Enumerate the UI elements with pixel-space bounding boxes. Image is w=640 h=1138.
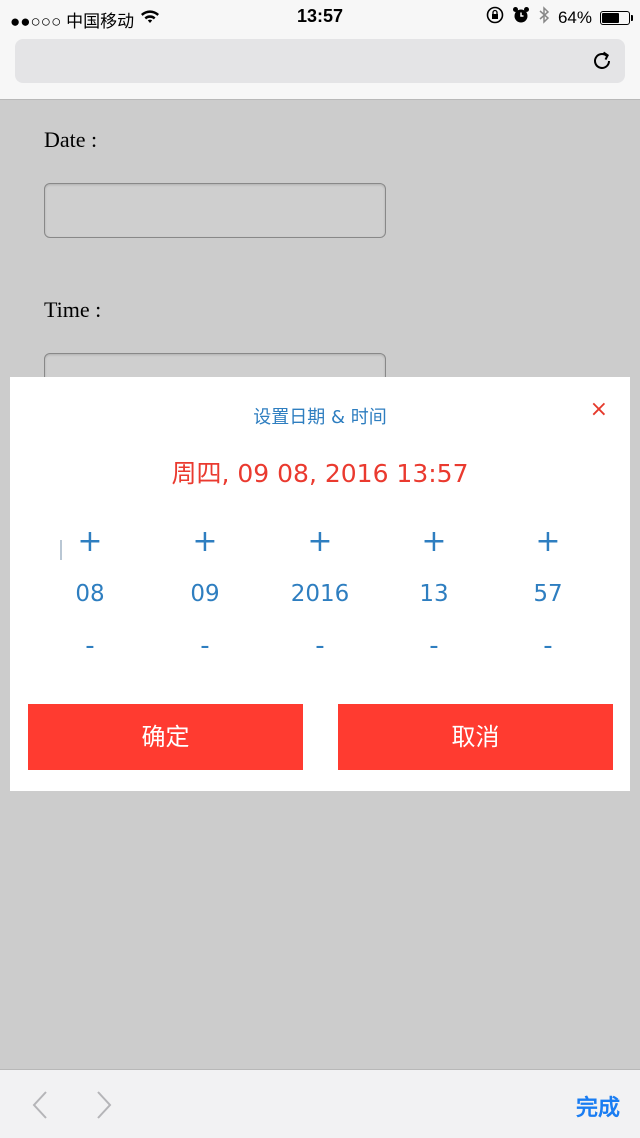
chevron-left-icon[interactable] [30, 1090, 50, 1120]
battery-percent: 64% [557, 7, 592, 27]
decrement-button[interactable]: - [155, 631, 255, 661]
increment-button[interactable]: + [155, 522, 255, 562]
picker-current-datetime: 周四, 09 08, 2016 13:57 [171, 459, 469, 488]
picker-value[interactable]: 09 [155, 579, 255, 609]
battery-icon [600, 10, 633, 25]
picker-value[interactable]: 08 [40, 579, 140, 609]
picker-column-year: + 2016 - [270, 522, 370, 661]
picker-column-hour: + 13 - [384, 522, 484, 661]
picker-column-minute: + 57 - [498, 522, 598, 661]
increment-button[interactable]: + [384, 522, 484, 562]
close-icon[interactable]: × [590, 397, 608, 422]
datetime-picker-dialog: 设置日期 & 时间 × 周四, 09 08, 2016 13:57 + 08 -… [10, 377, 630, 791]
done-button[interactable]: 完成 [576, 1090, 620, 1122]
decrement-button[interactable]: - [270, 631, 370, 661]
picker-value[interactable]: 13 [384, 579, 484, 609]
url-field[interactable] [15, 39, 625, 83]
decrement-button[interactable]: - [384, 631, 484, 661]
increment-button[interactable]: + [270, 522, 370, 562]
picker-column-day: + 09 - [155, 522, 255, 661]
confirm-button[interactable]: 确定 [28, 704, 303, 770]
decrement-button[interactable]: - [40, 631, 140, 661]
lock-rotation-icon [486, 6, 504, 29]
date-input[interactable] [44, 183, 386, 238]
status-icons: 64% [486, 6, 633, 29]
increment-button[interactable]: + [498, 522, 598, 562]
browser-address-bar [0, 36, 640, 100]
picker-column-month: + 08 - [40, 522, 140, 661]
battery-level [602, 12, 619, 23]
picker-title: 设置日期 & 时间 [253, 407, 387, 428]
chevron-right-icon[interactable] [94, 1090, 114, 1120]
bottom-toolbar: 完成 [0, 1069, 640, 1138]
decrement-button[interactable]: - [498, 631, 598, 661]
date-label: Date : [44, 127, 98, 152]
cancel-button[interactable]: 取消 [338, 704, 613, 770]
alarm-icon [512, 6, 530, 29]
bluetooth-icon [538, 6, 550, 29]
time-label: Time : [44, 297, 102, 322]
increment-button[interactable]: + [40, 522, 140, 562]
picker-value[interactable]: 57 [498, 579, 598, 609]
picker-value[interactable]: 2016 [270, 579, 370, 609]
reload-icon[interactable] [589, 48, 615, 74]
status-bar: ●●○○○ 中国移动 13:57 64% [0, 0, 640, 36]
